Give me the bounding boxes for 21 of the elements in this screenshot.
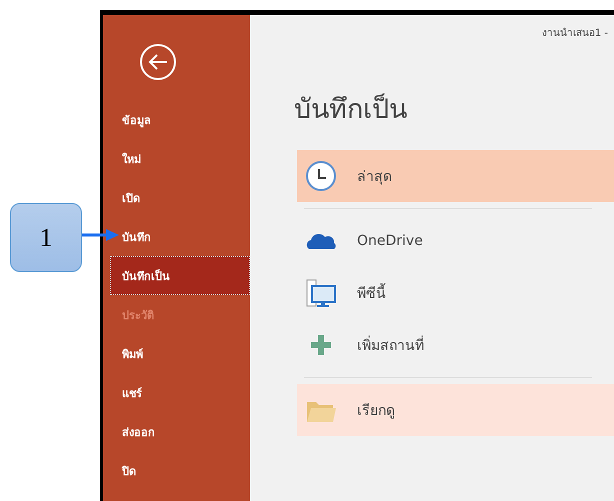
back-icon[interactable] bbox=[139, 43, 177, 81]
sidebar-item[interactable]: แชร์ bbox=[110, 373, 250, 412]
sidebar-item[interactable]: เปิด bbox=[110, 178, 250, 217]
clock-icon bbox=[305, 160, 337, 192]
location-item[interactable]: เรียกดู bbox=[297, 384, 614, 436]
location-item[interactable]: ล่าสุด bbox=[297, 150, 614, 202]
document-title: งานนำเสนอ1 - bbox=[542, 26, 608, 40]
pointer-arrow bbox=[82, 229, 119, 241]
sidebar-item[interactable]: ใหม่ bbox=[110, 139, 250, 178]
sidebar-item[interactable]: บันทึกเป็น bbox=[110, 256, 250, 295]
sidebar-item[interactable]: ส่งออก bbox=[110, 412, 250, 451]
location-item[interactable]: OneDrive bbox=[297, 215, 614, 267]
sidebar-item[interactable]: ข้อมูล bbox=[110, 100, 250, 139]
location-item[interactable]: พีซีนี้ bbox=[297, 267, 614, 319]
sidebar-item[interactable]: พิมพ์ bbox=[110, 334, 250, 373]
callout-box: 1 bbox=[10, 203, 82, 272]
computer-icon bbox=[305, 277, 337, 309]
page-heading: บันทึกเป็น bbox=[294, 92, 408, 127]
sidebar-item[interactable]: บันทึก bbox=[110, 217, 250, 256]
sidebar-item[interactable]: ปิด bbox=[110, 451, 250, 490]
location-item[interactable]: เพิ่มสถานที่ bbox=[297, 319, 614, 371]
